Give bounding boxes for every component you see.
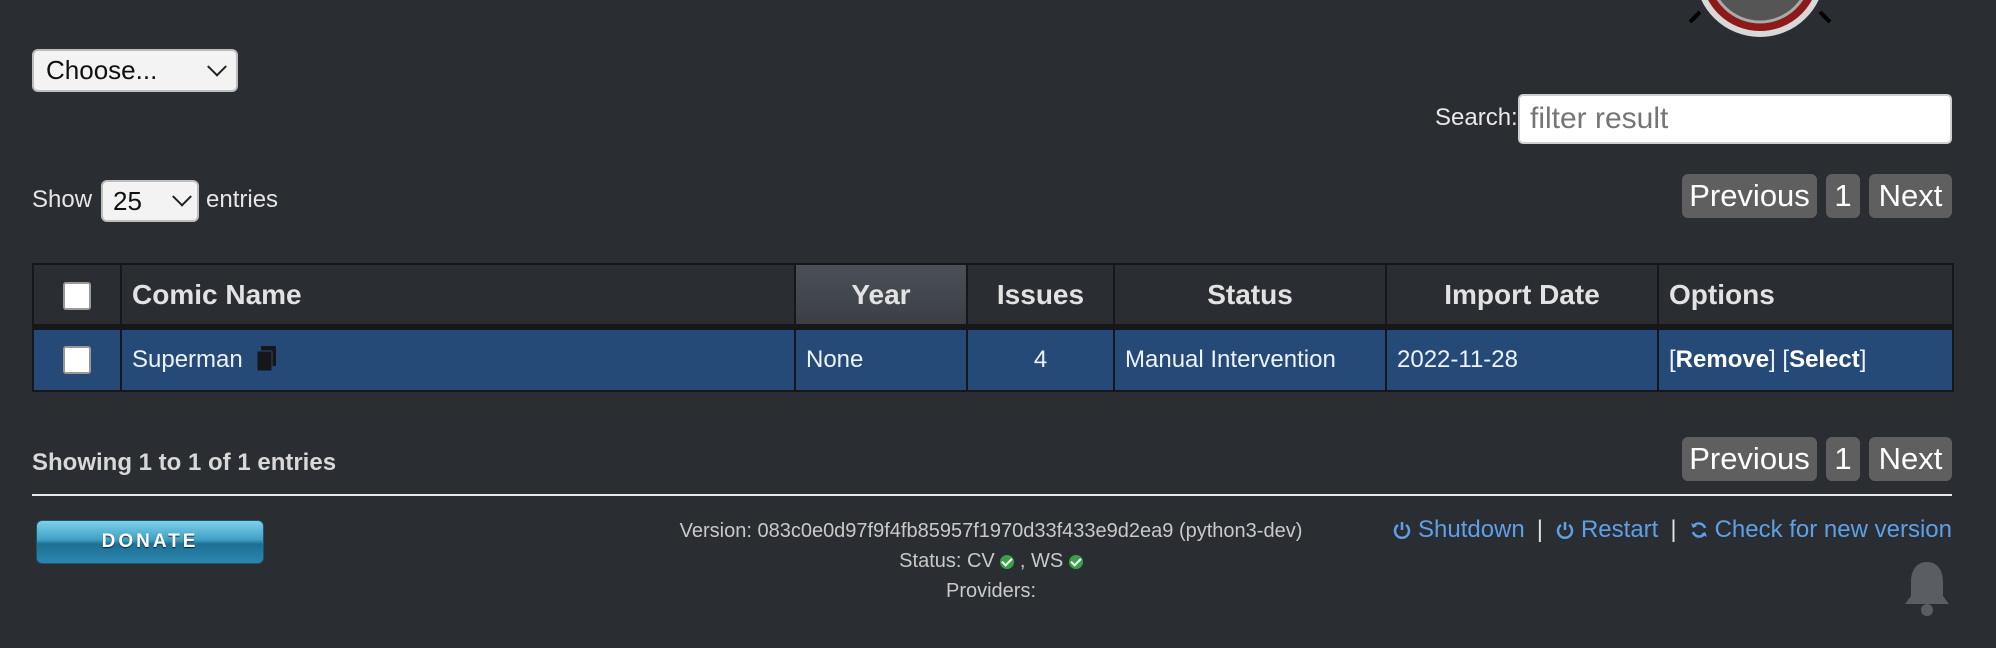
entries-per-page-value: 25 [113,185,142,216]
comic-name[interactable]: Superman [132,346,243,373]
choose-select-value: Choose... [46,55,158,85]
shutdown-label: Shutdown [1417,516,1525,543]
next-page-button-bottom[interactable]: Next [1869,437,1952,481]
show-label: Show [32,186,93,213]
link-separator: | [1670,516,1677,543]
next-page-button-top[interactable]: Next [1869,174,1952,218]
column-header-year[interactable]: Year [794,263,968,330]
column-header-status[interactable]: Status [1113,263,1387,330]
table-info: Showing 1 to 1 of 1 entries [32,449,337,476]
table-header-row: Comic Name Year Issues Status Import Dat… [32,263,1954,330]
select-all-header [32,263,122,330]
link-separator: | [1536,516,1543,543]
check-circle-icon [1000,554,1015,569]
chevron-down-icon [207,56,227,77]
column-header-import-date[interactable]: Import Date [1385,263,1659,330]
remove-link[interactable]: Remove [1676,346,1769,373]
column-header-comic-name[interactable]: Comic Name [120,263,796,330]
select-all-checkbox[interactable] [63,282,91,311]
power-icon [1556,522,1574,539]
restart-label: Restart [1580,516,1659,543]
file-copy-icon [256,346,277,372]
page-1-button-bottom[interactable]: 1 [1826,437,1860,481]
search-input[interactable] [1518,94,1952,144]
entries-per-page-select[interactable]: 25 [101,180,199,222]
refresh-icon [1690,522,1707,538]
restart-link[interactable]: Restart [1555,516,1658,544]
shutdown-link[interactable]: Shutdown [1392,516,1525,544]
previous-page-button-top[interactable]: Previous [1682,174,1817,218]
donate-button[interactable]: DONATE [36,520,264,564]
status-line: Status: CV , WS [641,550,1341,573]
check-version-label: Check for new version [1714,516,1952,543]
footer-links: Shutdown | Restart | Check for new versi… [1392,516,1952,544]
chevron-down-icon [172,186,192,207]
check-version-link[interactable]: Check for new version [1689,516,1952,544]
app-logo [1688,0,1832,37]
power-icon [1393,522,1411,539]
issues-cell: 4 [966,326,1115,392]
previous-page-button-bottom[interactable]: Previous [1682,437,1817,481]
search-label: Search: [1435,104,1518,131]
row-checkbox[interactable] [63,346,91,375]
page-1-button-top[interactable]: 1 [1826,174,1860,218]
row-select-cell [32,326,122,392]
comic-name-cell: Superman [120,326,796,392]
column-header-options[interactable]: Options [1657,263,1954,330]
footer-divider [32,494,1952,496]
choose-select[interactable]: Choose... [32,49,238,92]
status-cv-label: Status: CV [899,550,995,572]
status-ws-label: , WS [1019,550,1064,572]
options-cell: [Remove] [Select] [1657,326,1954,392]
comics-table: Comic Name Year Issues Status Import Dat… [32,263,1954,392]
bell-icon[interactable] [1900,558,1954,618]
import-date-cell: 2022-11-28 [1385,326,1659,392]
column-header-issues[interactable]: Issues [966,263,1115,330]
table-row[interactable]: Superman None 4 Manual Intervention 2022… [32,326,1954,392]
year-cell: None [794,326,968,392]
status-cell: Manual Intervention [1113,326,1387,392]
select-link[interactable]: Select [1789,346,1860,373]
version-text: Version: 083c0e0d97f9f4fb85957f1970d33f4… [679,520,1303,542]
check-circle-icon [1068,554,1083,569]
providers-text: Providers: [945,580,1037,602]
entries-label: entries [206,186,279,213]
